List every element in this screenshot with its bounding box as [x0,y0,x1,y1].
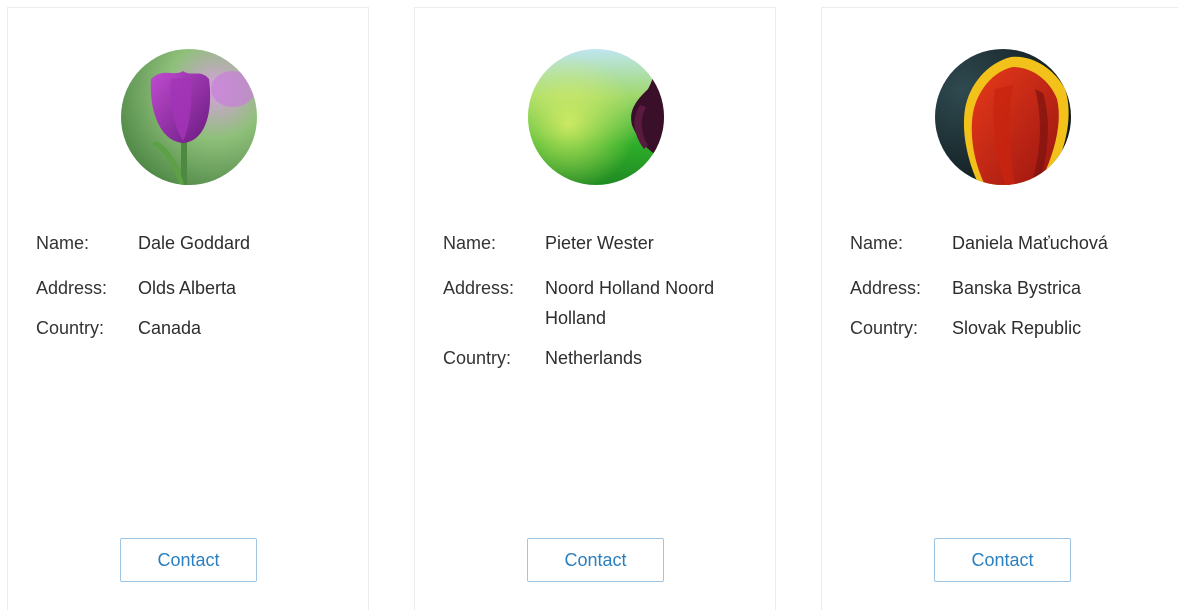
contact-info: Name: Dale Goddard Address: Olds Alberta… [36,228,346,358]
contact-button[interactable]: Contact [934,538,1071,582]
contact-button[interactable]: Contact [120,538,257,582]
name-value: Dale Goddard [138,233,251,253]
address-label: Address: [443,278,515,298]
country-value: Netherlands [545,348,643,368]
country-row: Country: Netherlands [443,343,753,373]
contact-cards: Name: Dale Goddard Address: Olds Alberta… [0,0,1178,610]
name-label: Name: [36,233,90,253]
avatar [121,49,257,185]
country-value: Slovak Republic [952,318,1082,338]
contact-info: Name: Daniela Maťuchová Address: Banska … [850,228,1160,358]
avatar [935,49,1071,185]
contact-card: Name: Pieter Wester Address: Noord Holla… [414,7,776,610]
contact-card: Name: Daniela Maťuchová Address: Banska … [821,7,1178,610]
country-label: Country: [850,318,919,338]
purple-tulip-photo [121,49,257,185]
country-label: Country: [36,318,105,338]
country-row: Country: Slovak Republic [850,313,1160,343]
country-row: Country: Canada [36,313,346,343]
name-value: Pieter Wester [545,233,654,253]
country-label: Country: [443,348,512,368]
address-value: Banska Bystrica [952,278,1082,298]
dark-tulip-photo [528,49,664,185]
address-value: Olds Alberta [138,278,237,298]
address-label: Address: [36,278,108,298]
name-label: Name: [850,233,904,253]
country-value: Canada [138,318,202,338]
contact-info: Name: Pieter Wester Address: Noord Holla… [443,228,753,388]
name-row: Name: Daniela Maťuchová [850,228,1160,258]
name-label: Name: [443,233,497,253]
address-row: Address: Banska Bystrica [850,273,1160,303]
name-row: Name: Pieter Wester [443,228,753,258]
address-value: Noord Holland Noord Holland [545,278,715,328]
address-label: Address: [850,278,922,298]
red-yellow-tulip-photo [935,49,1071,185]
contact-button[interactable]: Contact [527,538,664,582]
address-row: Address: Noord Holland Noord Holland [443,273,753,333]
name-value: Daniela Maťuchová [952,233,1108,253]
name-row: Name: Dale Goddard [36,228,346,258]
address-row: Address: Olds Alberta [36,273,346,303]
avatar [528,49,664,185]
contact-card: Name: Dale Goddard Address: Olds Alberta… [7,7,369,610]
